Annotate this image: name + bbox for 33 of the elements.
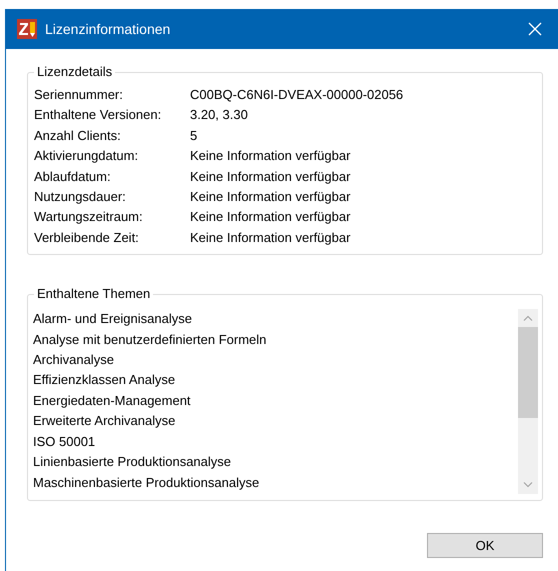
field-label: Aktivierungdatum: [34, 147, 140, 166]
field-value: C00BQ-C6N6I-DVEAX-00000-02056 [190, 86, 404, 104]
topic-list-item[interactable]: Maschinenbasierte Produktionsanalyse [33, 472, 518, 493]
field-value: Keine Information verfügbar [190, 188, 352, 206]
field-label: Nutzungsdauer: [34, 188, 127, 206]
window-title: Lizenzinformationen [45, 21, 172, 37]
field-value: Keine Information verfügbar [190, 147, 352, 166]
field-label: Ablaufdatum: [34, 168, 112, 186]
ok-button[interactable]: OK [427, 533, 543, 558]
topic-list-item[interactable]: Alarm- und Ereignisanalyse [33, 309, 518, 330]
field-value: Keine Information verfügbar [190, 208, 352, 226]
field-value: Keine Information verfügbar [190, 168, 352, 186]
field-label: Enthaltene Versionen: [34, 106, 162, 124]
scrollbar[interactable] [518, 309, 538, 494]
scroll-up-icon[interactable] [523, 315, 533, 322]
topic-list-item[interactable]: Linienbasierte Produktionsanalyse [33, 452, 518, 472]
field-label: Seriennummer: [34, 86, 124, 104]
field-value: Keine Information verfügbar [190, 228, 352, 247]
topic-list-item[interactable]: ISO 50001 [33, 432, 518, 452]
field-label: Verbleibende Zeit: [34, 228, 140, 247]
topic-list-item[interactable]: Analyse mit benutzerdefinierten Formeln [33, 330, 518, 350]
scroll-down-icon[interactable] [523, 482, 533, 488]
close-icon [528, 22, 542, 36]
scrollbar-thumb[interactable] [518, 327, 538, 418]
topic-list-item[interactable]: Archivanalyse [33, 350, 518, 370]
topic-list-item[interactable]: Effizienzklassen Analyse [33, 370, 518, 391]
field-value: 5 [190, 126, 198, 145]
field-value: 3.20, 3.30 [190, 106, 249, 124]
field-label: Wartungszeitraum: [34, 208, 144, 226]
topic-list-item[interactable]: Erweiterte Archivanalyse [33, 411, 518, 432]
topic-list-item[interactable]: Energiedaten-Management [33, 390, 518, 412]
field-label: Anzahl Clients: [34, 126, 122, 145]
app-logo-icon [17, 19, 37, 39]
